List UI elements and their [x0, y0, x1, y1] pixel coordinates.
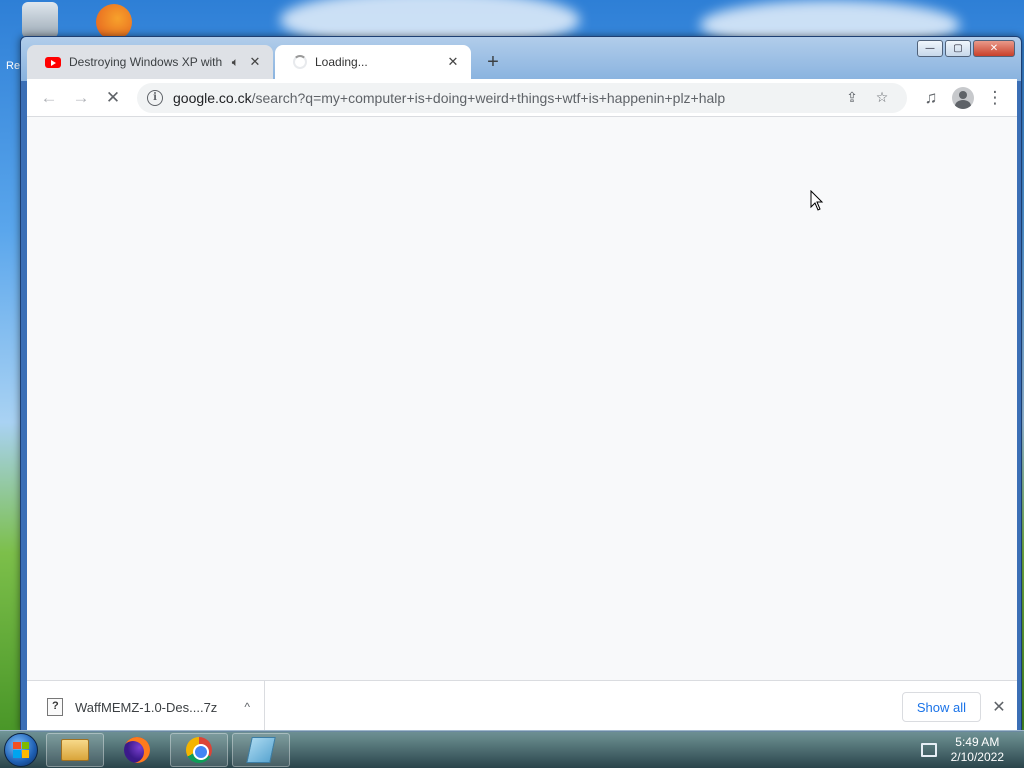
minimize-button[interactable]: —	[917, 40, 943, 57]
file-icon	[47, 698, 63, 716]
back-button[interactable]: ←	[33, 82, 65, 114]
close-window-button[interactable]: ✕	[973, 40, 1015, 57]
taskbar-chrome[interactable]	[170, 732, 228, 767]
start-button[interactable]	[0, 731, 42, 768]
media-control-icon[interactable]: ♫	[915, 82, 947, 114]
windows-orb-icon	[4, 732, 38, 767]
chevron-up-icon[interactable]: ^	[244, 700, 250, 714]
tab-strip: Destroying Windows XP with 🔈︎ ✕ Loading.…	[27, 45, 507, 79]
tab-youtube[interactable]: Destroying Windows XP with 🔈︎ ✕	[27, 45, 273, 79]
share-icon[interactable]: ⇪	[837, 89, 867, 106]
taskbar-explorer[interactable]	[46, 732, 104, 767]
youtube-icon	[45, 56, 61, 68]
url-text[interactable]: google.co.ck/search?q=my+computer+is+doi…	[173, 90, 837, 106]
windows-flag-icon	[13, 741, 29, 758]
folder-icon	[61, 738, 89, 761]
tab-title: Loading...	[315, 55, 368, 69]
avatar	[952, 86, 974, 109]
url-path: /search?q=my+computer+is+doing+weird+thi…	[251, 89, 726, 106]
clock-date: 2/10/2022	[950, 749, 1004, 764]
tab-close-button[interactable]: ✕	[247, 54, 263, 70]
mouse-cursor-icon	[810, 190, 824, 211]
tab-loading[interactable]: Loading... ✕	[275, 45, 471, 79]
system-tray: 5:49 AM 2/10/2022	[920, 735, 1024, 765]
bookmark-star-icon[interactable]: ☆	[867, 89, 897, 106]
download-shelf: WaffMEMZ-1.0-Des....7z ^ Show all ✕	[27, 680, 1017, 731]
stop-button[interactable]: ✕	[97, 82, 129, 114]
notepad-icon	[246, 736, 276, 763]
menu-button[interactable]: ⋮	[979, 82, 1011, 114]
window-controls: — ▢ ✕	[917, 40, 1015, 57]
clock[interactable]: 5:49 AM 2/10/2022	[951, 735, 1004, 765]
clock-time: 5:49 AM	[955, 734, 1000, 749]
browser-window: — ▢ ✕ Destroying Windows XP with 🔈︎ ✕ Lo…	[20, 36, 1022, 732]
firefox-desktop-icon[interactable]	[96, 4, 132, 40]
taskbar: 5:49 AM 2/10/2022	[0, 730, 1024, 768]
tab-title: Destroying Windows XP with	[69, 55, 223, 69]
download-item[interactable]: WaffMEMZ-1.0-Des....7z ^	[27, 681, 265, 731]
url-host: google.co.ck	[173, 89, 252, 106]
site-info-icon[interactable]: i	[147, 89, 163, 106]
firefox-icon	[124, 736, 150, 763]
recycle-bin-icon[interactable]	[22, 2, 58, 38]
forward-button[interactable]: →	[65, 82, 97, 114]
loading-spinner-icon	[293, 55, 307, 69]
chrome-icon	[186, 736, 212, 763]
address-bar[interactable]: i google.co.ck/search?q=my+computer+is+d…	[137, 82, 907, 113]
maximize-button[interactable]: ▢	[945, 40, 971, 57]
tab-close-button[interactable]: ✕	[445, 54, 461, 70]
page-content	[27, 117, 1017, 680]
desktop-label: Re	[6, 60, 21, 72]
profile-button[interactable]	[947, 82, 979, 114]
show-all-button[interactable]: Show all	[901, 692, 981, 722]
download-filename: WaffMEMZ-1.0-Des....7z	[75, 699, 218, 715]
taskbar-notepad[interactable]	[232, 732, 290, 767]
speaker-icon[interactable]: 🔈︎	[232, 55, 239, 70]
close-shelf-button[interactable]: ✕	[981, 697, 1017, 717]
taskbar-firefox[interactable]	[108, 733, 166, 767]
new-tab-button[interactable]: +	[479, 48, 507, 76]
network-icon[interactable]	[920, 742, 937, 757]
browser-toolbar: ← → ✕ i google.co.ck/search?q=my+compute…	[27, 79, 1017, 117]
